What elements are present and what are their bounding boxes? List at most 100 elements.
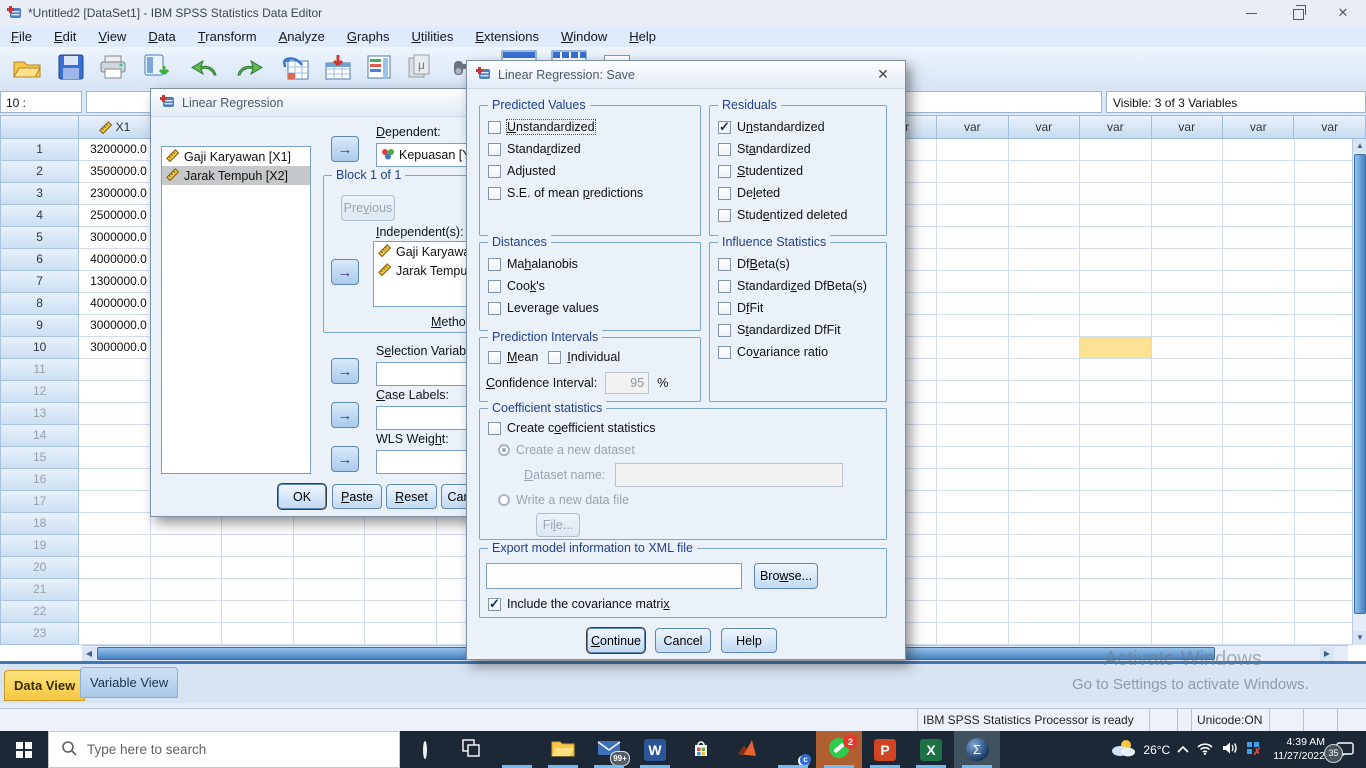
grid-cell[interactable]	[222, 535, 293, 557]
grid-cell[interactable]	[1152, 293, 1223, 315]
grid-cell[interactable]: 2300000.0	[79, 183, 151, 205]
grid-cell[interactable]	[937, 249, 1008, 271]
powerpoint-taskbar-button[interactable]: P	[862, 731, 908, 768]
checkbox-option[interactable]: Unstandardized	[488, 118, 700, 136]
edge-taskbar-button[interactable]	[494, 731, 540, 768]
grid-cell[interactable]	[1080, 447, 1151, 469]
menu-analyze[interactable]: Analyze	[268, 28, 336, 45]
grid-cell[interactable]	[1223, 249, 1294, 271]
grid-cell[interactable]	[1080, 403, 1151, 425]
grid-cell[interactable]	[937, 381, 1008, 403]
checkbox[interactable]	[718, 324, 731, 337]
grid-cell[interactable]	[365, 579, 436, 601]
menu-transform[interactable]: Transform	[187, 28, 268, 45]
grid-cell[interactable]	[1009, 205, 1080, 227]
grid-cell[interactable]	[365, 623, 436, 645]
checkbox-option[interactable]: S.E. of mean predictions	[488, 184, 700, 202]
move-independent-button[interactable]: →	[331, 259, 359, 285]
action-center-icon[interactable]: 35	[1332, 738, 1358, 762]
row-header-18[interactable]: 18	[0, 513, 79, 535]
grid-cell[interactable]	[1223, 623, 1294, 645]
grid-cell[interactable]	[1223, 359, 1294, 381]
menu-window[interactable]: Window	[550, 28, 618, 45]
grid-cell[interactable]	[1080, 271, 1151, 293]
col-header-var[interactable]: var	[1152, 115, 1223, 139]
matlab-taskbar-button[interactable]	[724, 731, 770, 768]
spss-taskbar-button[interactable]: Σ	[954, 731, 1000, 768]
scroll-right-icon[interactable]: ▶	[1320, 647, 1334, 661]
grid-cell[interactable]	[1009, 337, 1080, 359]
help-button[interactable]: Help	[721, 628, 777, 653]
grid-cell[interactable]: 1300000.0	[79, 271, 151, 293]
excel-taskbar-button[interactable]: X	[908, 731, 954, 768]
move-wls-button[interactable]: →	[331, 446, 359, 472]
grid-cell[interactable]	[365, 601, 436, 623]
activation-status-icon[interactable]: ✗	[1246, 741, 1262, 759]
grid-cell[interactable]	[1009, 447, 1080, 469]
restore-icon[interactable]	[1274, 0, 1320, 26]
checkbox-option[interactable]: Studentized deleted	[718, 206, 886, 224]
grid-cell[interactable]	[1223, 337, 1294, 359]
checkbox[interactable]	[718, 280, 731, 293]
grid-cell[interactable]	[222, 601, 293, 623]
tray-chevron-icon[interactable]	[1177, 743, 1189, 757]
tab-data-view[interactable]: Data View	[4, 670, 85, 701]
grid-cell[interactable]	[1080, 183, 1151, 205]
variables-button[interactable]	[360, 50, 398, 87]
checkbox[interactable]	[488, 302, 501, 315]
task-view-taskbar-button[interactable]	[448, 731, 494, 768]
grid-cell[interactable]	[1009, 359, 1080, 381]
checkbox-option[interactable]: Standardized DfBeta(s)	[718, 277, 886, 295]
checkbox-option[interactable]: Covariance ratio	[718, 343, 886, 361]
grid-cell[interactable]	[1223, 601, 1294, 623]
grid-cell[interactable]	[1152, 381, 1223, 403]
grid-cell[interactable]	[79, 557, 151, 579]
volume-icon[interactable]	[1221, 741, 1239, 758]
grid-cell[interactable]	[1080, 579, 1151, 601]
grid-cell[interactable]	[365, 557, 436, 579]
grid-cell[interactable]	[937, 293, 1008, 315]
grid-cell[interactable]	[1152, 557, 1223, 579]
grid-cell[interactable]: 3000000.0	[79, 227, 151, 249]
scroll-left-icon[interactable]: ◀	[82, 647, 96, 661]
checkbox-option[interactable]: Standardized	[488, 140, 700, 158]
checkbox[interactable]	[718, 121, 731, 134]
menu-data[interactable]: Data	[137, 28, 186, 45]
row-header-8[interactable]: 8	[0, 293, 79, 315]
col-header-var[interactable]: var	[1294, 115, 1365, 139]
grid-cell[interactable]	[1152, 139, 1223, 161]
row-header-6[interactable]: 6	[0, 249, 79, 271]
grid-corner[interactable]	[0, 115, 79, 139]
checkbox[interactable]	[718, 209, 731, 222]
grid-cell[interactable]: 4000000.0	[79, 249, 151, 271]
row-header-9[interactable]: 9	[0, 315, 79, 337]
browse-button[interactable]: Browse...	[754, 563, 818, 589]
cortana-taskbar-button[interactable]	[402, 731, 448, 768]
menu-file[interactable]: File	[0, 28, 43, 45]
grid-cell[interactable]	[222, 557, 293, 579]
checkbox[interactable]	[718, 143, 731, 156]
grid-cell[interactable]	[1152, 315, 1223, 337]
row-header-20[interactable]: 20	[0, 557, 79, 579]
recall-dialogs-button[interactable]	[138, 50, 176, 87]
row-header-21[interactable]: 21	[0, 579, 79, 601]
row-header-23[interactable]: 23	[0, 623, 79, 645]
grid-cell[interactable]	[1009, 403, 1080, 425]
include-covariance-checkbox[interactable]	[488, 598, 501, 611]
row-header-16[interactable]: 16	[0, 469, 79, 491]
checkbox[interactable]	[488, 121, 501, 134]
create-coefficient-checkbox[interactable]	[488, 422, 501, 435]
grid-cell[interactable]: 4000000.0	[79, 293, 151, 315]
grid-cell[interactable]	[79, 403, 151, 425]
grid-cell[interactable]	[1223, 403, 1294, 425]
grid-cell[interactable]	[1009, 161, 1080, 183]
grid-cell[interactable]	[1223, 139, 1294, 161]
grid-cell[interactable]	[1080, 359, 1151, 381]
scroll-up-icon[interactable]: ▲	[1353, 139, 1366, 153]
grid-cell[interactable]	[79, 513, 151, 535]
grid-cell[interactable]	[79, 381, 151, 403]
grid-cell[interactable]	[1009, 271, 1080, 293]
grid-cell[interactable]	[937, 579, 1008, 601]
individual-checkbox[interactable]	[548, 351, 561, 364]
grid-cell[interactable]	[1009, 513, 1080, 535]
